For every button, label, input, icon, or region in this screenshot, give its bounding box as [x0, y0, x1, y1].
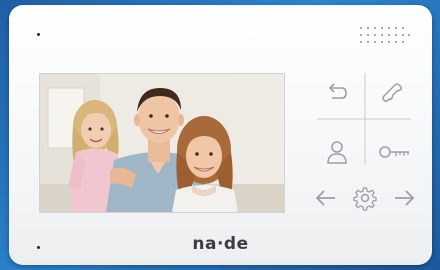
- gear-icon: [353, 187, 377, 211]
- arrow-left-icon: [315, 190, 335, 206]
- speaker-grille: [355, 22, 413, 50]
- previous-button[interactable]: [311, 183, 341, 213]
- keypad: [307, 67, 421, 217]
- brand-logo: na·de: [192, 234, 249, 254]
- user-icon: [327, 141, 347, 164]
- intercom-monitor: na·de: [9, 5, 432, 265]
- back-button[interactable]: [322, 79, 352, 109]
- settings-button[interactable]: [350, 183, 380, 213]
- next-button[interactable]: [389, 183, 419, 213]
- indicator-dot-top: [37, 33, 40, 36]
- call-button[interactable]: [376, 79, 406, 109]
- phone-handset-icon: [382, 83, 403, 103]
- arrow-right-icon: [395, 190, 415, 206]
- return-arrow-icon: [328, 83, 347, 99]
- video-screen: [39, 73, 285, 213]
- key-icon: [379, 146, 409, 158]
- user-button[interactable]: [322, 137, 352, 167]
- door-open-button[interactable]: [376, 137, 412, 167]
- family-photo-image: [40, 74, 284, 212]
